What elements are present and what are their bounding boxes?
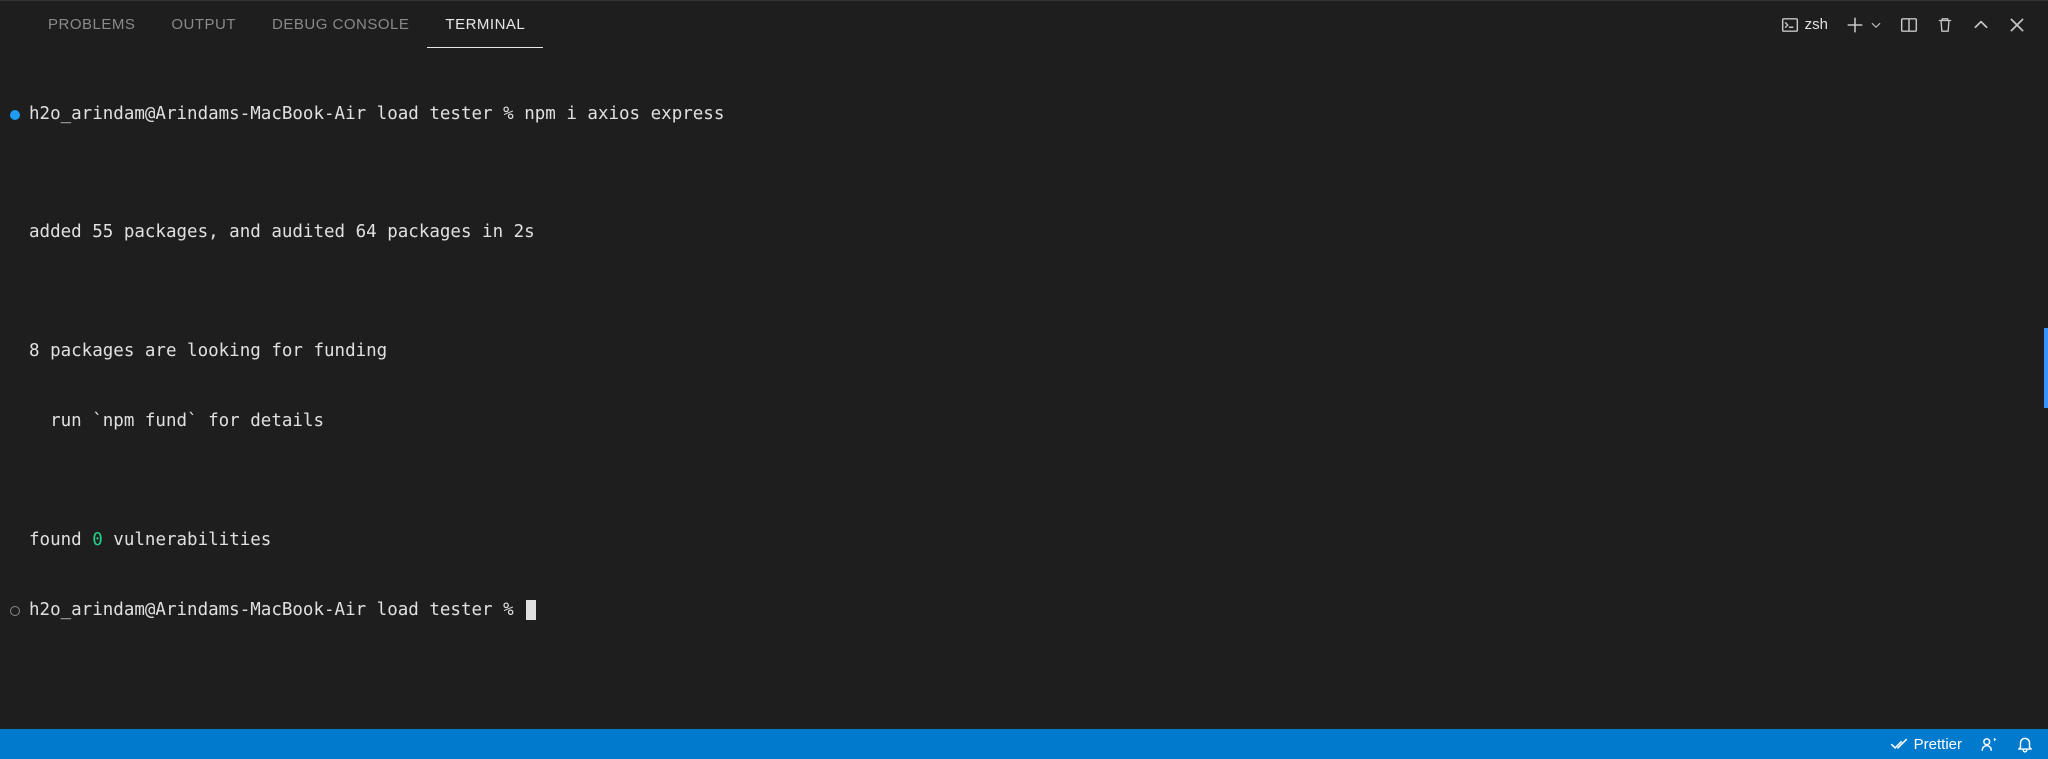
status-prettier[interactable]: Prettier: [1890, 735, 1962, 753]
double-check-icon: [1890, 735, 1908, 753]
split-horizontal-icon: [1900, 16, 1918, 34]
split-terminal-button[interactable]: [1896, 12, 1922, 38]
status-notifications[interactable]: [2016, 735, 2034, 753]
shell-name: zsh: [1805, 16, 1828, 33]
close-icon: [2008, 16, 2026, 34]
status-prettier-label: Prettier: [1914, 736, 1962, 753]
maximize-panel-button[interactable]: [1968, 12, 1994, 38]
tab-output[interactable]: OUTPUT: [153, 1, 254, 48]
close-panel-button[interactable]: [2004, 12, 2030, 38]
panel-tabs: PROBLEMS OUTPUT DEBUG CONSOLE TERMINAL z…: [0, 0, 2048, 48]
status-dot-idle-icon: [10, 606, 20, 616]
prompt-line: h2o_arindam@Arindams-MacBook-Air load te…: [29, 103, 724, 127]
scrollbar-thumb[interactable]: [2044, 328, 2048, 408]
tab-debug-console[interactable]: DEBUG CONSOLE: [254, 1, 427, 48]
status-feedback[interactable]: [1980, 735, 1998, 753]
feedback-icon: [1980, 735, 1998, 753]
trash-icon: [1936, 16, 1954, 34]
terminal-text: run `npm fund` for details: [29, 410, 324, 434]
cursor-icon: [526, 600, 536, 620]
chevron-up-icon: [1972, 16, 1990, 34]
terminal-output[interactable]: h2o_arindam@Arindams-MacBook-Air load te…: [0, 48, 2048, 729]
terminal-toolbar: zsh: [1777, 12, 2030, 38]
terminal-icon: [1781, 16, 1799, 34]
kill-terminal-button[interactable]: [1932, 12, 1958, 38]
status-bar: Prettier: [0, 729, 2048, 759]
tab-terminal[interactable]: TERMINAL: [427, 1, 543, 48]
plus-icon: [1846, 16, 1864, 34]
launch-profile-button[interactable]: zsh: [1777, 12, 1832, 38]
prompt-line: h2o_arindam@Arindams-MacBook-Air load te…: [29, 599, 536, 623]
status-dot-active-icon: [10, 110, 20, 120]
terminal-text: found 0 vulnerabilities: [29, 529, 271, 553]
chevron-down-icon: [1870, 16, 1882, 34]
bell-icon: [2016, 735, 2034, 753]
new-terminal-button[interactable]: [1842, 12, 1886, 38]
terminal-text: 8 packages are looking for funding: [29, 340, 387, 364]
tab-problems[interactable]: PROBLEMS: [30, 1, 153, 48]
terminal-text: added 55 packages, and audited 64 packag…: [29, 221, 535, 245]
